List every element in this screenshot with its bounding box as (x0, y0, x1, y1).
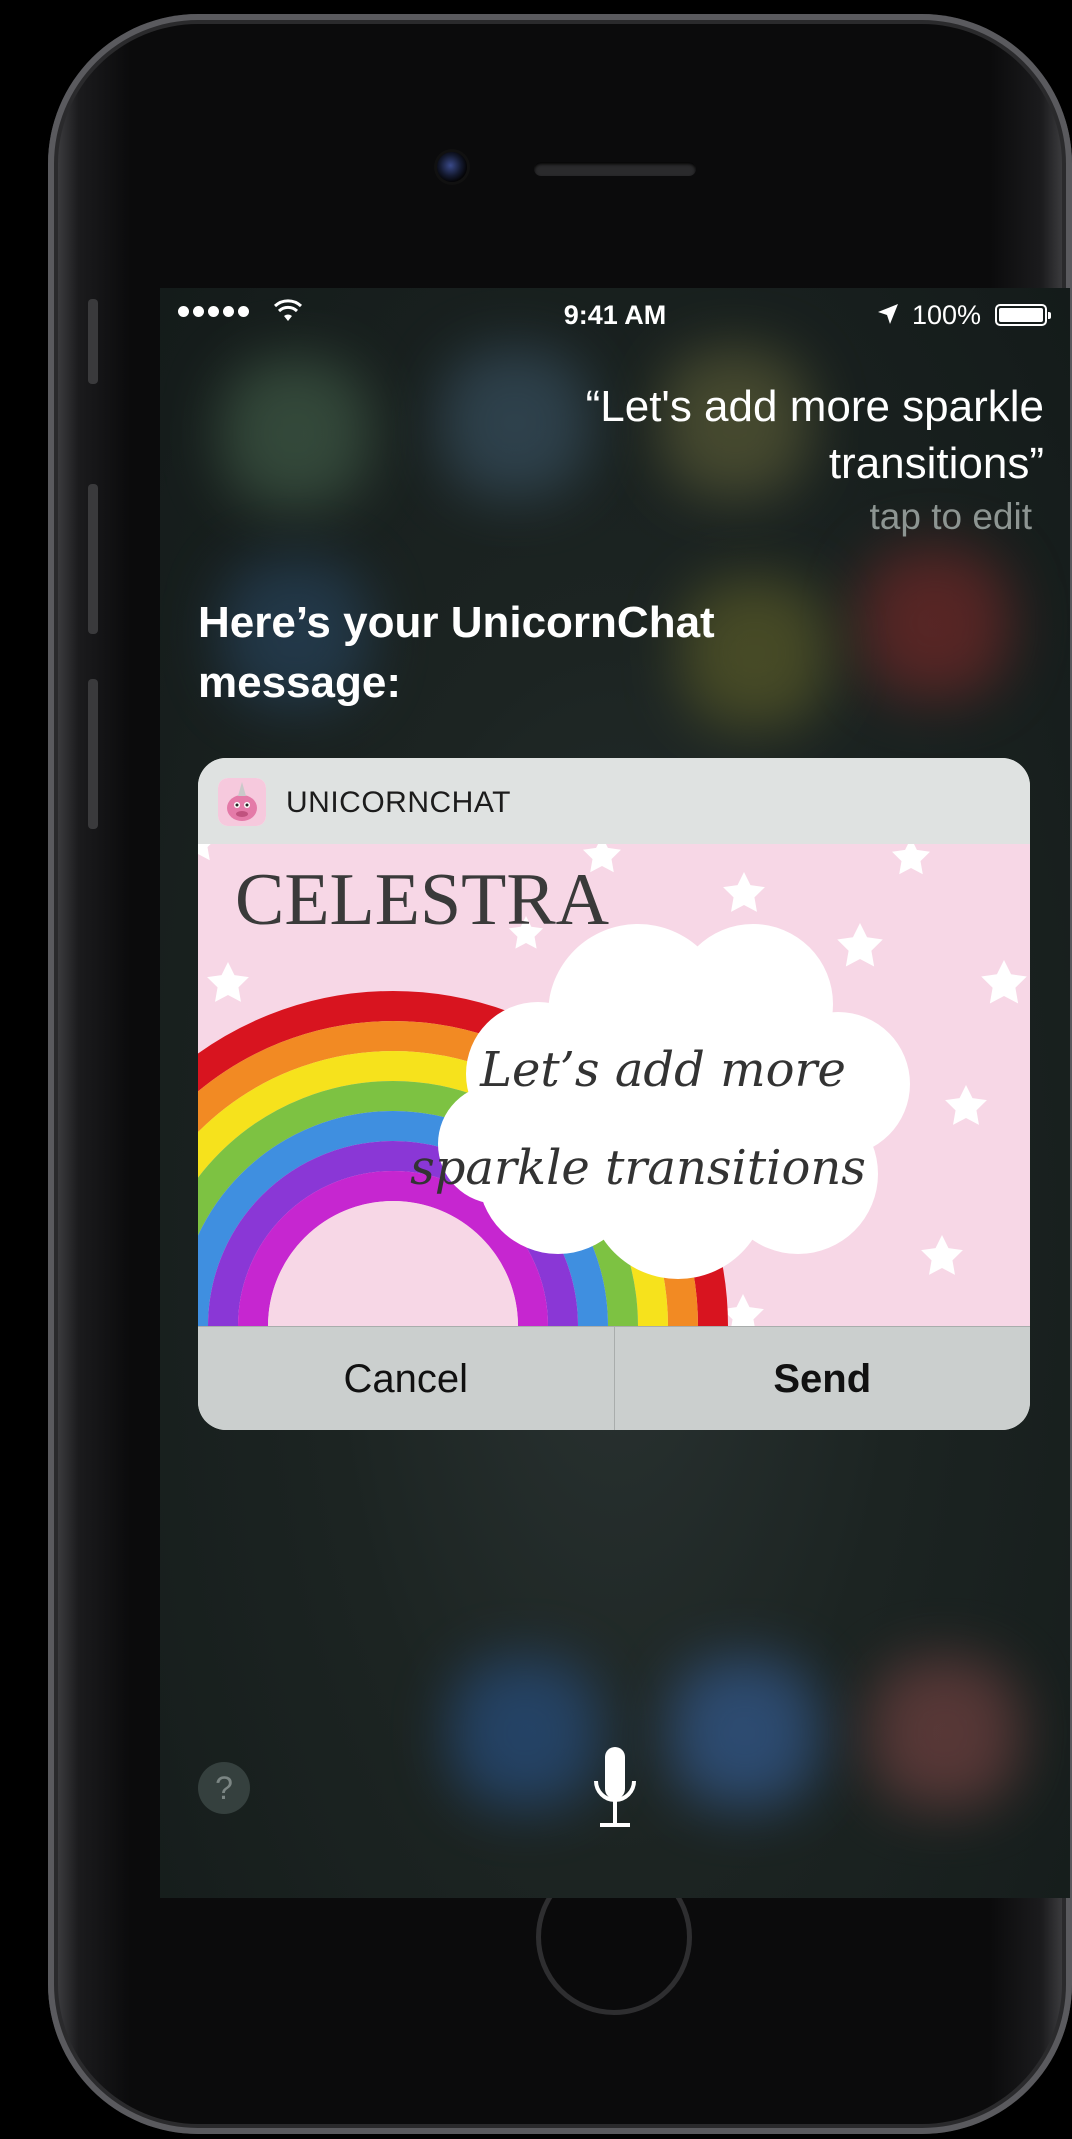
blurred-background (860, 548, 1010, 698)
celestra-title: CELESTRA (235, 859, 609, 941)
blurred-background (450, 1658, 600, 1808)
help-icon[interactable]: ? (198, 1762, 250, 1814)
unicornchat-message-card: UNICORNCHAT CELESTRA Let’s add more spar… (198, 758, 1030, 1430)
volume-down-button (88, 679, 98, 829)
blurred-background (220, 358, 370, 508)
siri-response: Here’s your UnicornChat message: (198, 598, 715, 707)
volume-up-button (88, 484, 98, 634)
tap-to-edit-link[interactable]: tap to edit (869, 496, 1032, 538)
siri-screen: 9:41 AM 100% “Let's add more sparkle tra… (160, 288, 1070, 1898)
send-button[interactable]: Send (615, 1327, 1031, 1430)
microphone-icon[interactable] (592, 1745, 638, 1835)
blurred-background (670, 1658, 820, 1808)
message-image: CELESTRA Let’s add more sparkle transiti… (198, 844, 1030, 1326)
cancel-button[interactable]: Cancel (198, 1327, 615, 1430)
message-line-2: sparkle transitions (410, 1140, 866, 1196)
earpiece-speaker (534, 162, 696, 176)
phone-frame: 9:41 AM 100% “Let's add more sparkle tra… (48, 14, 1072, 2134)
siri-utterance[interactable]: “Let's add more sparkle transitions” (424, 378, 1044, 492)
battery-icon (995, 304, 1051, 326)
card-actions: Cancel Send (198, 1326, 1030, 1430)
card-app-name: UNICORNCHAT (286, 786, 511, 819)
battery-percent: 100% (912, 300, 982, 330)
mute-switch (88, 299, 98, 384)
location-arrow-icon (878, 304, 898, 324)
blurred-background (870, 1658, 1020, 1808)
card-header: UNICORNCHAT (198, 758, 1030, 844)
status-bar: 9:41 AM 100% (160, 296, 1070, 340)
unicorn-app-icon (218, 778, 266, 826)
message-line-1: Let’s add more (479, 1042, 846, 1098)
front-camera-icon (437, 152, 467, 182)
